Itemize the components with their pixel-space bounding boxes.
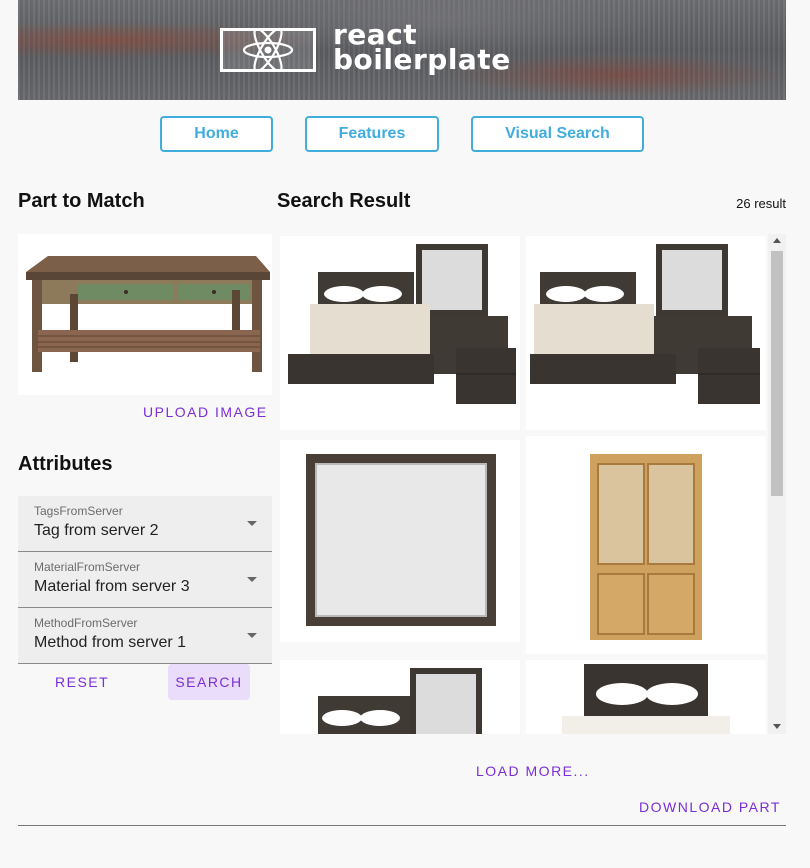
result-card[interactable]	[280, 660, 520, 734]
load-more-button[interactable]: LOAD MORE...	[476, 763, 590, 779]
logo-text: react boilerplate	[333, 21, 511, 76]
result-count: 26 result	[736, 196, 786, 211]
mirror-image	[306, 454, 496, 626]
download-part-button[interactable]: DOWNLOAD PART	[639, 799, 781, 815]
part-to-match-heading: Part to Match	[18, 190, 145, 212]
dropdown-arrow-icon	[247, 633, 257, 638]
result-card[interactable]	[526, 236, 766, 430]
result-card[interactable]	[526, 436, 766, 654]
results-scrollbar[interactable]	[768, 234, 786, 734]
scroll-up-arrow-icon[interactable]	[773, 238, 781, 243]
reset-button[interactable]: RESET	[55, 674, 109, 690]
bedroom-set-image	[288, 244, 516, 404]
method-select[interactable]: MethodFromServer Method from server 1	[18, 608, 272, 664]
cabinet-image	[590, 454, 702, 640]
method-select-value: Method from server 1	[34, 634, 187, 651]
search-result-heading: Search Result	[277, 190, 411, 212]
material-select-value: Material from server 3	[34, 578, 190, 595]
dropdown-arrow-icon	[247, 521, 257, 526]
bedroom-set-image	[530, 244, 760, 404]
logo-line-2: boilerplate	[333, 43, 511, 76]
footer-divider	[18, 825, 786, 826]
dropdown-arrow-icon	[247, 577, 257, 582]
bed-image	[562, 664, 730, 734]
header-banner: react boilerplate	[18, 0, 786, 100]
results-grid	[278, 234, 786, 734]
upload-image-button[interactable]: UPLOAD IMAGE	[143, 404, 268, 420]
nav-features-button[interactable]: Features	[305, 116, 439, 152]
material-select[interactable]: MaterialFromServer Material from server …	[18, 552, 272, 608]
material-select-label: MaterialFromServer	[34, 560, 141, 574]
nav-home-button[interactable]: Home	[160, 116, 273, 152]
method-select-label: MethodFromServer	[34, 616, 138, 630]
coffee-table-image	[26, 256, 270, 372]
tags-select-value: Tag from server 2	[34, 522, 159, 539]
result-card[interactable]	[526, 660, 766, 734]
tags-select[interactable]: TagsFromServer Tag from server 2	[18, 496, 272, 552]
search-button[interactable]: SEARCH	[168, 664, 250, 700]
scrollbar-thumb[interactable]	[771, 251, 783, 496]
part-image	[18, 234, 272, 395]
nav-visual-search-button[interactable]: Visual Search	[471, 116, 644, 152]
bedroom-set-image	[318, 668, 482, 734]
scroll-down-arrow-icon[interactable]	[773, 724, 781, 729]
result-card[interactable]	[280, 236, 520, 430]
result-card[interactable]	[280, 440, 520, 642]
tags-select-label: TagsFromServer	[34, 504, 123, 518]
react-atom-icon	[220, 28, 316, 72]
attributes-heading: Attributes	[18, 453, 113, 475]
